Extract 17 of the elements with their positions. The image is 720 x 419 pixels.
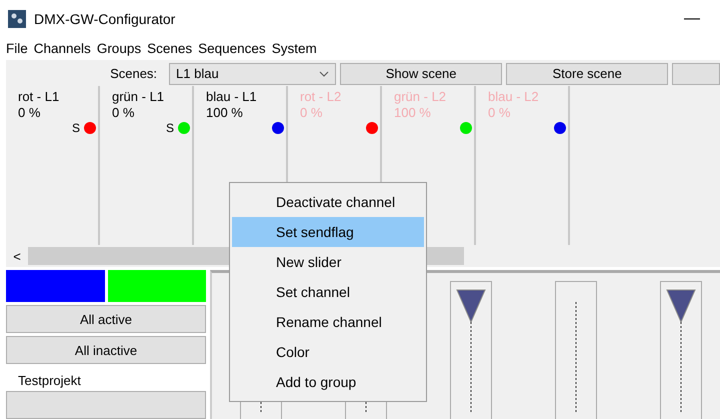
channel-name: rot - L1 <box>18 88 60 105</box>
window-title: DMX-GW-Configurator <box>34 10 176 27</box>
scenes-label: Scenes: <box>109 66 158 82</box>
channel-name: rot - L2 <box>300 88 342 105</box>
channel-name: blau - L1 <box>206 88 258 105</box>
project-name: Testprojekt <box>17 372 82 388</box>
sendflag-label: S <box>166 120 174 135</box>
channel-value: 100 % <box>394 104 432 121</box>
sendflag-label: S <box>72 120 80 135</box>
channel-name: grün - L2 <box>394 88 448 105</box>
channel-value: 0 % <box>112 104 136 121</box>
channel-name: blau - L2 <box>488 88 540 105</box>
channel-value: 100 % <box>206 104 244 121</box>
channel-value: 0 % <box>18 104 42 121</box>
channel-name: grün - L1 <box>112 88 166 105</box>
channel-value: 0 % <box>300 104 324 121</box>
channel-value: 0 % <box>488 104 512 121</box>
